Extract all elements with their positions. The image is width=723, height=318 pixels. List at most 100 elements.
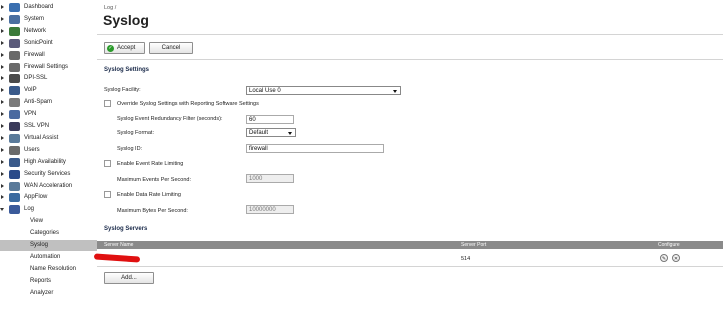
- sidebar-item-users[interactable]: Users: [0, 145, 97, 156]
- sidebar-item-log[interactable]: Log: [0, 204, 97, 215]
- sidebar-item-vpn[interactable]: VPN: [0, 109, 97, 120]
- sidebar-item-appflow[interactable]: AppFlow: [0, 192, 97, 203]
- sidebar-subitem-name-resolution[interactable]: Name Resolution: [0, 264, 97, 275]
- sidebar-subitem-syslog[interactable]: Syslog: [0, 240, 97, 251]
- sidebar-item-firewall-settings[interactable]: Firewall Settings: [0, 62, 97, 73]
- sidebar-subitem-analyzer[interactable]: Analyzer: [0, 288, 97, 299]
- sidebar-item-security-services[interactable]: Security Services: [0, 169, 97, 180]
- page-title: Syslog: [103, 12, 149, 28]
- sidebar-subitem-reports[interactable]: Reports: [0, 276, 97, 287]
- sidebar-item-wan-acceleration[interactable]: WAN Acceleration: [0, 181, 97, 192]
- chevron-right-icon[interactable]: [1, 5, 4, 9]
- chevron-right-icon[interactable]: [1, 147, 4, 152]
- edit-icon[interactable]: ✎: [660, 254, 668, 262]
- sidebar-item-firewall[interactable]: Firewall: [0, 50, 97, 61]
- max-events-input[interactable]: 1000: [246, 174, 294, 183]
- syslog-id-input[interactable]: firewall: [246, 144, 384, 153]
- monitor-icon: [9, 14, 20, 24]
- sidebar-item-ssl-vpn[interactable]: SSL VPN: [0, 121, 97, 132]
- virtual-assist-icon: [9, 133, 20, 143]
- chevron-right-icon[interactable]: [1, 100, 4, 105]
- sidebar-item-label: AppFlow: [24, 194, 48, 201]
- redundancy-label: Syslog Event Redundancy Filter (seconds)…: [117, 116, 223, 122]
- max-bytes-label: Maximum Bytes Per Second:: [117, 208, 188, 214]
- sidebar-item-label: Dashboard: [24, 4, 54, 10]
- override-checkbox[interactable]: [104, 100, 111, 107]
- sidebar-item-dpi-ssl[interactable]: DPI-SSL: [0, 73, 97, 84]
- format-select[interactable]: Default: [246, 128, 296, 137]
- chevron-right-icon[interactable]: [1, 159, 4, 164]
- ssl-vpn-icon: [9, 122, 20, 131]
- chevron-right-icon[interactable]: [1, 171, 4, 176]
- sidebar-subitem-categories[interactable]: Categories: [0, 228, 97, 239]
- wan-acceleration-icon: [9, 181, 20, 191]
- chevron-right-icon[interactable]: [1, 16, 4, 21]
- cancel-button[interactable]: Cancel: [149, 42, 193, 54]
- breadcrumb[interactable]: Log /: [104, 5, 116, 11]
- chevron-right-icon[interactable]: [1, 88, 4, 93]
- firewall-settings-icon: [9, 62, 20, 72]
- main-content: Log / Syslog ✓ Accept Cancel Syslog Sett…: [93, 0, 723, 318]
- redundancy-input[interactable]: 60: [246, 115, 294, 124]
- sidebar-item-virtual-assist[interactable]: Virtual Assist: [0, 133, 97, 144]
- accept-button[interactable]: ✓ Accept: [104, 42, 145, 54]
- chevron-down-icon[interactable]: [0, 208, 4, 212]
- sidebar-item-system[interactable]: System: [0, 14, 97, 25]
- divider: [97, 34, 723, 35]
- sidebar-subitem-label: Name Resolution: [30, 265, 77, 272]
- chevron-right-icon[interactable]: [1, 76, 4, 81]
- chevron-right-icon[interactable]: [1, 124, 4, 128]
- format-label: Syslog Format:: [117, 130, 154, 136]
- sidebar-item-anti-spam[interactable]: Anti-Spam: [0, 97, 97, 108]
- sidebar-item-label: System: [24, 15, 45, 22]
- sidebar-subitem-label: Syslog: [30, 242, 49, 248]
- check-icon: ✓: [107, 44, 114, 52]
- sidebar-item-voip[interactable]: VoIP: [0, 85, 97, 96]
- event-rate-checkbox[interactable]: [104, 160, 111, 167]
- sidebar-item-label: Virtual Assist: [24, 134, 59, 141]
- sidebar-subitem-automation[interactable]: Automation: [0, 252, 97, 263]
- add-server-button[interactable]: Add...: [104, 272, 154, 284]
- log-icon: [9, 205, 20, 215]
- chevron-right-icon[interactable]: [1, 28, 4, 33]
- accept-label: Accept: [117, 45, 136, 51]
- data-rate-label: Enable Data Rate Limiting: [117, 192, 181, 198]
- max-bytes-input[interactable]: 10000000: [246, 205, 294, 214]
- sidebar-item-label: Users: [24, 146, 40, 153]
- chevron-right-icon[interactable]: [1, 40, 4, 45]
- chevron-right-icon[interactable]: [1, 195, 4, 200]
- sidebar-subitem-label: View: [30, 218, 43, 225]
- sidebar-item-high-availability[interactable]: High Availability: [0, 157, 97, 168]
- max-events-label: Maximum Events Per Second:: [117, 177, 191, 183]
- sidebar-item-sonicpoint[interactable]: SonicPoint: [0, 38, 97, 49]
- divider: [97, 59, 723, 60]
- sidebar-item-dashboard[interactable]: Dashboard: [0, 2, 97, 13]
- event-rate-label: Enable Event Rate Limiting: [117, 161, 184, 167]
- chevron-right-icon[interactable]: [1, 183, 4, 188]
- sidebar-item-label: Security Services: [24, 170, 71, 177]
- access-point-icon: [9, 38, 20, 48]
- facility-label: Syslog Facility:: [104, 87, 141, 93]
- server-port-cell: 514: [461, 256, 471, 262]
- chevron-right-icon[interactable]: [1, 64, 4, 69]
- sidebar-item-label: DPI-SSL: [24, 75, 48, 82]
- sidebar-subitem-label: Analyzer: [30, 289, 54, 296]
- sidebar-item-label: VoIP: [24, 87, 37, 94]
- sidebar-item-network[interactable]: Network: [0, 26, 97, 37]
- format-value: Default: [249, 130, 269, 136]
- globe-icon: [9, 26, 20, 36]
- delete-icon[interactable]: ✕: [672, 254, 680, 262]
- col-server-name: Server Name: [104, 242, 134, 248]
- col-server-port: Server Port: [461, 242, 487, 248]
- chevron-right-icon[interactable]: [1, 112, 4, 117]
- sidebar-item-label: SSL VPN: [24, 123, 50, 129]
- users-icon: [9, 145, 20, 155]
- chevron-right-icon[interactable]: [1, 52, 4, 57]
- data-rate-checkbox[interactable]: [104, 191, 111, 198]
- chevron-right-icon[interactable]: [1, 135, 4, 140]
- vpn-icon: [9, 110, 20, 120]
- facility-select[interactable]: Local Use 0: [246, 86, 401, 95]
- sidebar-subitem-label: Automation: [30, 253, 61, 260]
- sidebar-item-label: Network: [24, 27, 47, 34]
- sidebar-subitem-view[interactable]: View: [0, 216, 97, 227]
